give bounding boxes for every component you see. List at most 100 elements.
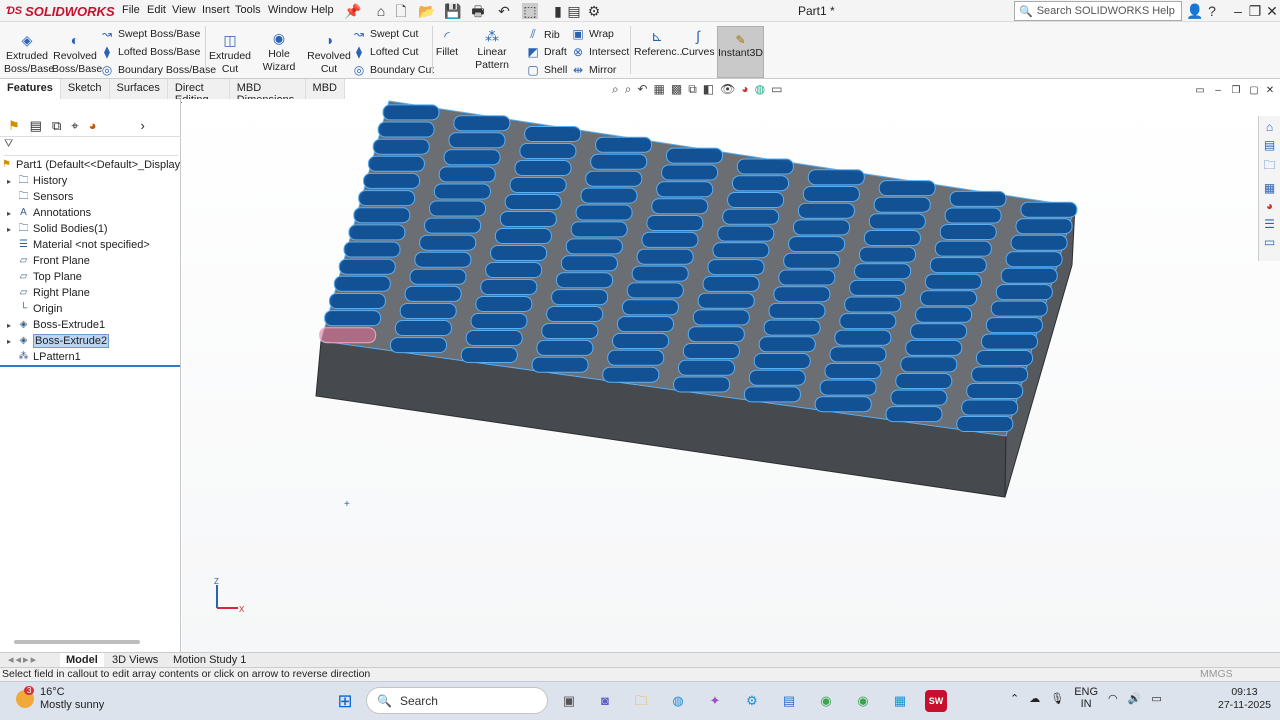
tree-item-boss-extrude2[interactable]: ▸ ◈ Boss-Extrude2 [4,333,110,349]
pattern-slot[interactable] [399,303,457,319]
pattern-slot[interactable] [1005,251,1063,268]
pattern-slot[interactable] [460,347,518,363]
pattern-slot[interactable] [551,289,609,306]
pattern-slot[interactable] [338,258,396,275]
pattern-slot[interactable] [509,177,567,193]
tree-item-annotations[interactable]: ▸ A Annotations [4,205,91,221]
pattern-slot[interactable] [763,319,821,336]
pattern-slot[interactable] [895,373,953,389]
edge-icon[interactable]: ◍ [667,690,689,712]
pattern-slot[interactable] [834,329,892,346]
tab-surfaces[interactable]: Surfaces [110,79,168,99]
feature-manager-icon[interactable]: ⚑ [8,118,20,134]
pin-icon[interactable]: 📌 [344,3,361,19]
pattern-slot[interactable] [372,138,430,155]
lofted-boss-button[interactable]: ⧫ Lofted Boss/Base [100,45,200,59]
open-icon[interactable]: 📂 [418,3,435,19]
options-gear-icon[interactable]: ⚙ [586,3,602,19]
tree-item-solid-bodies[interactable]: ▸ 🗀 Solid Bodies(1) [4,221,108,237]
menu-file[interactable]: File [122,4,140,16]
pattern-slot[interactable] [419,234,477,251]
pattern-slot[interactable] [536,339,594,356]
pattern-slot[interactable] [990,300,1048,317]
pattern-slot[interactable] [348,224,406,241]
pattern-slot[interactable] [732,175,789,192]
tree-item-sensors[interactable]: 🗀 Sensors [4,189,74,205]
onedrive-icon[interactable]: ☁ [1029,692,1040,705]
menu-edit[interactable]: Edit [147,4,166,16]
pattern-slot[interactable] [1015,218,1073,235]
task-view-icon[interactable]: ▣ [558,690,580,712]
pattern-slot[interactable] [797,202,855,219]
tree-item-part[interactable]: ⚑ Part1 (Default<<Default>_Display S [0,157,191,173]
pattern-slot[interactable] [480,279,538,295]
custom-properties-icon[interactable]: ☰ [1264,217,1275,231]
pattern-slot[interactable] [829,346,887,363]
pattern-slot[interactable] [687,326,745,343]
tree-item-material[interactable]: ☰ Material <not specified> [4,237,150,253]
pattern-slot[interactable] [692,309,750,326]
pattern-slot[interactable] [470,313,528,329]
pattern-slot[interactable] [944,207,1002,224]
pattern-slot[interactable] [494,228,552,244]
help-search-input[interactable]: 🔍 Search SOLIDWORKS Help [1014,1,1182,21]
pattern-slot[interactable] [485,262,543,278]
expand-arrow-icon[interactable]: ▸ [4,321,14,330]
extruded-cut-button[interactable]: ◫ Extruded Cut [209,32,251,76]
pattern-slot[interactable] [546,306,604,322]
pattern-slot[interactable] [390,337,447,354]
pattern-slot[interactable] [1000,267,1058,284]
save-icon[interactable]: 💾 [444,3,461,19]
expand-arrow-icon[interactable]: ▸ [4,225,14,234]
viewport-minimize-icon[interactable]: – [1210,83,1226,99]
pattern-slot[interactable] [504,194,562,210]
property-manager-icon[interactable]: ▤ [30,118,42,134]
pattern-slot[interactable] [377,121,435,138]
pattern-slot[interactable] [607,349,665,366]
expand-arrow-icon[interactable]: ▸ [4,337,14,346]
pattern-slot[interactable] [590,153,648,170]
revolved-boss-button[interactable]: ◐ Revolved Boss/Base [52,32,102,76]
pattern-slot[interactable] [631,265,689,282]
pattern-slot[interactable] [328,293,386,309]
pattern-slot[interactable] [678,359,735,376]
panel-horizontal-scrollbar[interactable] [14,640,140,644]
extruded-boss-button[interactable]: ◈ Extruded Boss/Base [4,32,54,76]
forum-icon[interactable]: ▭ [1264,235,1275,249]
menu-insert[interactable]: Insert [202,4,230,16]
hide-show-icon[interactable]: 👁 [720,82,735,98]
menu-window[interactable]: Window [268,4,307,16]
display-style-icon[interactable]: ◧ [703,82,714,98]
pattern-slot[interactable] [556,272,613,289]
tree-item-top-plane[interactable]: ▱ Top Plane [4,269,82,285]
pattern-slot[interactable] [612,333,670,349]
pattern-slot[interactable] [985,317,1043,334]
tray-chevron-icon[interactable]: ⌃ [1010,692,1019,705]
copilot-icon[interactable]: ✦ [704,690,726,712]
pattern-slot[interactable] [839,313,897,330]
taskbar-clock[interactable]: 09:13 27-11-2025 [1218,686,1271,712]
rebuild-icon[interactable]: ▮ [550,3,566,19]
pattern-slot[interactable] [367,155,425,172]
pattern-slot[interactable] [802,186,860,202]
pattern-slot[interactable] [768,302,826,319]
pattern-slot[interactable] [934,240,992,257]
shell-button[interactable]: ▢ Shell [526,63,567,77]
pattern-slot[interactable] [905,339,963,356]
pattern-slot[interactable] [595,136,653,153]
help-question-icon[interactable]: ? [1204,3,1220,19]
pattern-slot[interactable] [570,221,628,238]
pattern-slot[interactable] [358,190,416,207]
pattern-slot[interactable] [753,353,811,369]
pattern-slot[interactable] [976,350,1033,366]
pattern-slot[interactable] [404,285,462,302]
pattern-slot[interactable] [807,169,865,186]
pattern-slot[interactable] [758,336,816,353]
tree-item-right-plane[interactable]: ▱ Right Plane [4,285,90,301]
tree-item-history[interactable]: ▸ 🗀 History [4,173,67,189]
pattern-slot[interactable] [661,164,719,181]
minimize-window-icon[interactable]: – [1230,3,1246,19]
pattern-slot[interactable] [824,363,882,379]
pattern-slot[interactable] [580,187,638,204]
units-indicator[interactable]: MMGS [1200,668,1233,681]
